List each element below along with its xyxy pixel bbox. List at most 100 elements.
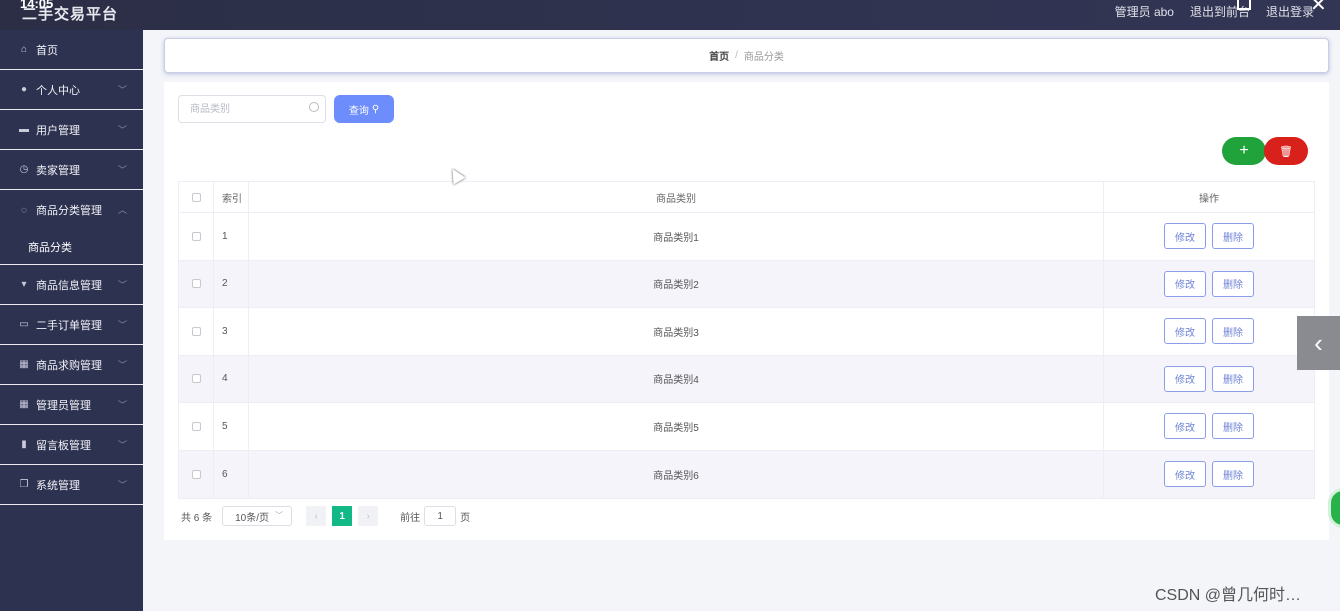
prev-page-button[interactable]: ‹ <box>306 506 327 526</box>
sidebar-item-label: 二手订单管理 <box>36 319 102 332</box>
row-checkbox-cell <box>179 450 214 498</box>
query-button[interactable]: 查询 ⚲ <box>334 95 394 123</box>
sidebar-item-product-info-management[interactable]: ▾ 商品信息管理 ﹀ <box>0 265 143 305</box>
sidebar-item-label: 商品信息管理 <box>36 279 102 292</box>
chevron-up-icon: ︿ <box>117 205 127 215</box>
breadcrumb-current: 商品分类 <box>743 52 784 63</box>
row-index: 5 <box>214 403 249 450</box>
row-index: 4 <box>214 355 249 402</box>
row-operations: 修改 删除 <box>1104 261 1314 308</box>
breadcrumb-home[interactable]: 首页 <box>709 48 729 63</box>
sidebar-item-label: 系统管理 <box>36 479 80 492</box>
trash-icon: 🗑 <box>1279 145 1293 158</box>
header-operations: 操作 <box>1199 193 1219 205</box>
add-button[interactable]: + <box>1222 137 1266 165</box>
collapse-panel-button[interactable]: ‹ <box>1297 316 1340 370</box>
edit-button[interactable]: 修改 <box>1164 461 1206 488</box>
header-category: 商品类别 <box>249 182 1104 212</box>
row-category-name: 商品类别5 <box>249 403 1104 450</box>
top-header: 二手交易平台 14:05 管理员 abo 退出到前台 退出登录 ✕ <box>0 0 1340 30</box>
csdn-watermark: CSDN @曾几何时… <box>1155 587 1302 604</box>
sidebar-item-order-management[interactable]: ▭ 二手订单管理 ﹀ <box>0 305 143 345</box>
row-checkbox[interactable] <box>191 231 201 241</box>
goto-page-input[interactable]: 1 <box>424 506 457 526</box>
logout-link[interactable]: 退出登录 <box>1266 3 1314 20</box>
pin-icon: ▾ <box>21 279 27 290</box>
table-row: 3 商品类别3 修改 删除 <box>179 308 1314 356</box>
query-button-label: 查询 <box>348 105 369 117</box>
window-restore-icon[interactable] <box>1237 0 1251 10</box>
category-search-input[interactable] <box>178 95 326 123</box>
sidebar-subitem-category[interactable]: 商品分类 <box>0 230 143 265</box>
delete-button[interactable]: 删除 <box>1212 461 1254 488</box>
batch-delete-button[interactable]: 🗑 <box>1264 137 1308 165</box>
edit-button[interactable]: 修改 <box>1164 270 1206 297</box>
row-checkbox[interactable] <box>191 421 201 431</box>
chevron-down-icon: ﹀ <box>117 85 127 95</box>
sidebar-item-system-management[interactable]: ❐ 系统管理 ﹀ <box>0 465 143 505</box>
clock-icon: ◷ <box>19 164 29 175</box>
delete-button[interactable]: 删除 <box>1212 270 1254 297</box>
chevron-down-icon: ﹀ <box>117 125 127 135</box>
sidebar-item-home[interactable]: ⌂ 首页 <box>0 30 143 70</box>
row-checkbox[interactable] <box>191 469 201 479</box>
card-icon: ▭ <box>19 319 29 330</box>
pagination-total: 共 6 条 <box>181 512 213 524</box>
sidebar-item-admin-management[interactable]: ▦ 管理员管理 ﹀ <box>0 385 143 425</box>
row-operations: 修改 删除 <box>1104 356 1314 403</box>
search-icon: ⚲ <box>371 103 380 115</box>
delete-button[interactable]: 删除 <box>1212 365 1254 392</box>
sidebar-item-label: 商品求购管理 <box>36 359 102 372</box>
sidebar-item-purchase-request-management[interactable]: ▦ 商品求购管理 ﹀ <box>0 345 143 385</box>
row-category-name: 商品类别4 <box>249 355 1104 402</box>
sidebar-item-personal-center[interactable]: ● 个人中心 ﹀ <box>0 70 143 110</box>
row-checkbox[interactable] <box>191 279 201 289</box>
floating-assist-button[interactable] <box>1328 488 1340 528</box>
delete-button[interactable]: 删除 <box>1212 318 1254 345</box>
admin-user-label: 管理员 abo <box>1114 5 1174 19</box>
table-row: 1 商品类别1 修改 删除 <box>179 213 1314 261</box>
edit-button[interactable]: 修改 <box>1164 318 1206 345</box>
goto-label: 前往 <box>400 512 421 524</box>
page-number-button[interactable]: 1 <box>332 506 353 526</box>
delete-button[interactable]: 删除 <box>1212 223 1254 250</box>
delete-button[interactable]: 删除 <box>1212 413 1254 440</box>
edit-button[interactable]: 修改 <box>1164 223 1206 250</box>
sidebar-item-category-management[interactable]: ◌ 商品分类管理 ︿ <box>0 190 143 230</box>
select-all-checkbox[interactable] <box>191 192 201 202</box>
row-checkbox-cell <box>179 260 214 307</box>
edit-button[interactable]: 修改 <box>1164 413 1206 440</box>
chevron-down-icon: ﹀ <box>117 360 127 370</box>
chevron-down-icon: ﹀ <box>275 511 284 520</box>
sidebar-item-user-management[interactable]: ▬ 用户管理 ﹀ <box>0 110 143 150</box>
sidebar-item-label: 首页 <box>36 44 58 57</box>
sidebar-item-seller-management[interactable]: ◷ 卖家管理 ﹀ <box>0 150 143 190</box>
sidebar-item-label: 个人中心 <box>36 84 80 97</box>
window-close-icon[interactable]: ✕ <box>1310 0 1327 17</box>
sidebar-item-label: 留言板管理 <box>36 439 91 452</box>
row-checkbox-cell <box>179 213 214 260</box>
row-checkbox-cell <box>179 403 214 450</box>
row-checkbox[interactable] <box>191 374 201 384</box>
chevron-down-icon: ﹀ <box>117 165 127 175</box>
chevron-down-icon: ﹀ <box>117 480 127 490</box>
header-checkbox-cell <box>179 182 214 212</box>
sidebar-item-label: 用户管理 <box>36 124 80 137</box>
table-row: 2 商品类别2 修改 删除 <box>179 260 1314 308</box>
page-size-select[interactable]: 10条/页 ﹀ <box>222 506 293 526</box>
grid-icon: ▦ <box>19 399 29 410</box>
page-unit-label: 页 <box>460 512 471 524</box>
row-category-name: 商品类别6 <box>249 450 1104 498</box>
edit-button[interactable]: 修改 <box>1164 365 1206 392</box>
row-index: 6 <box>214 450 249 498</box>
row-index: 1 <box>214 213 249 260</box>
grid-icon: ▦ <box>19 359 29 370</box>
copy-icon: ❐ <box>19 479 29 490</box>
table-row: 5 商品类别5 修改 删除 <box>179 403 1314 451</box>
row-checkbox-cell <box>179 355 214 402</box>
plus-icon: + <box>1239 142 1249 159</box>
pagination: 共 6 条 10条/页 ﹀ ‹ 1 › 前往 1 页 <box>181 506 470 526</box>
next-page-button[interactable]: › <box>358 506 379 526</box>
sidebar-item-message-board-management[interactable]: ▮ 留言板管理 ﹀ <box>0 425 143 465</box>
row-checkbox[interactable] <box>191 326 201 336</box>
